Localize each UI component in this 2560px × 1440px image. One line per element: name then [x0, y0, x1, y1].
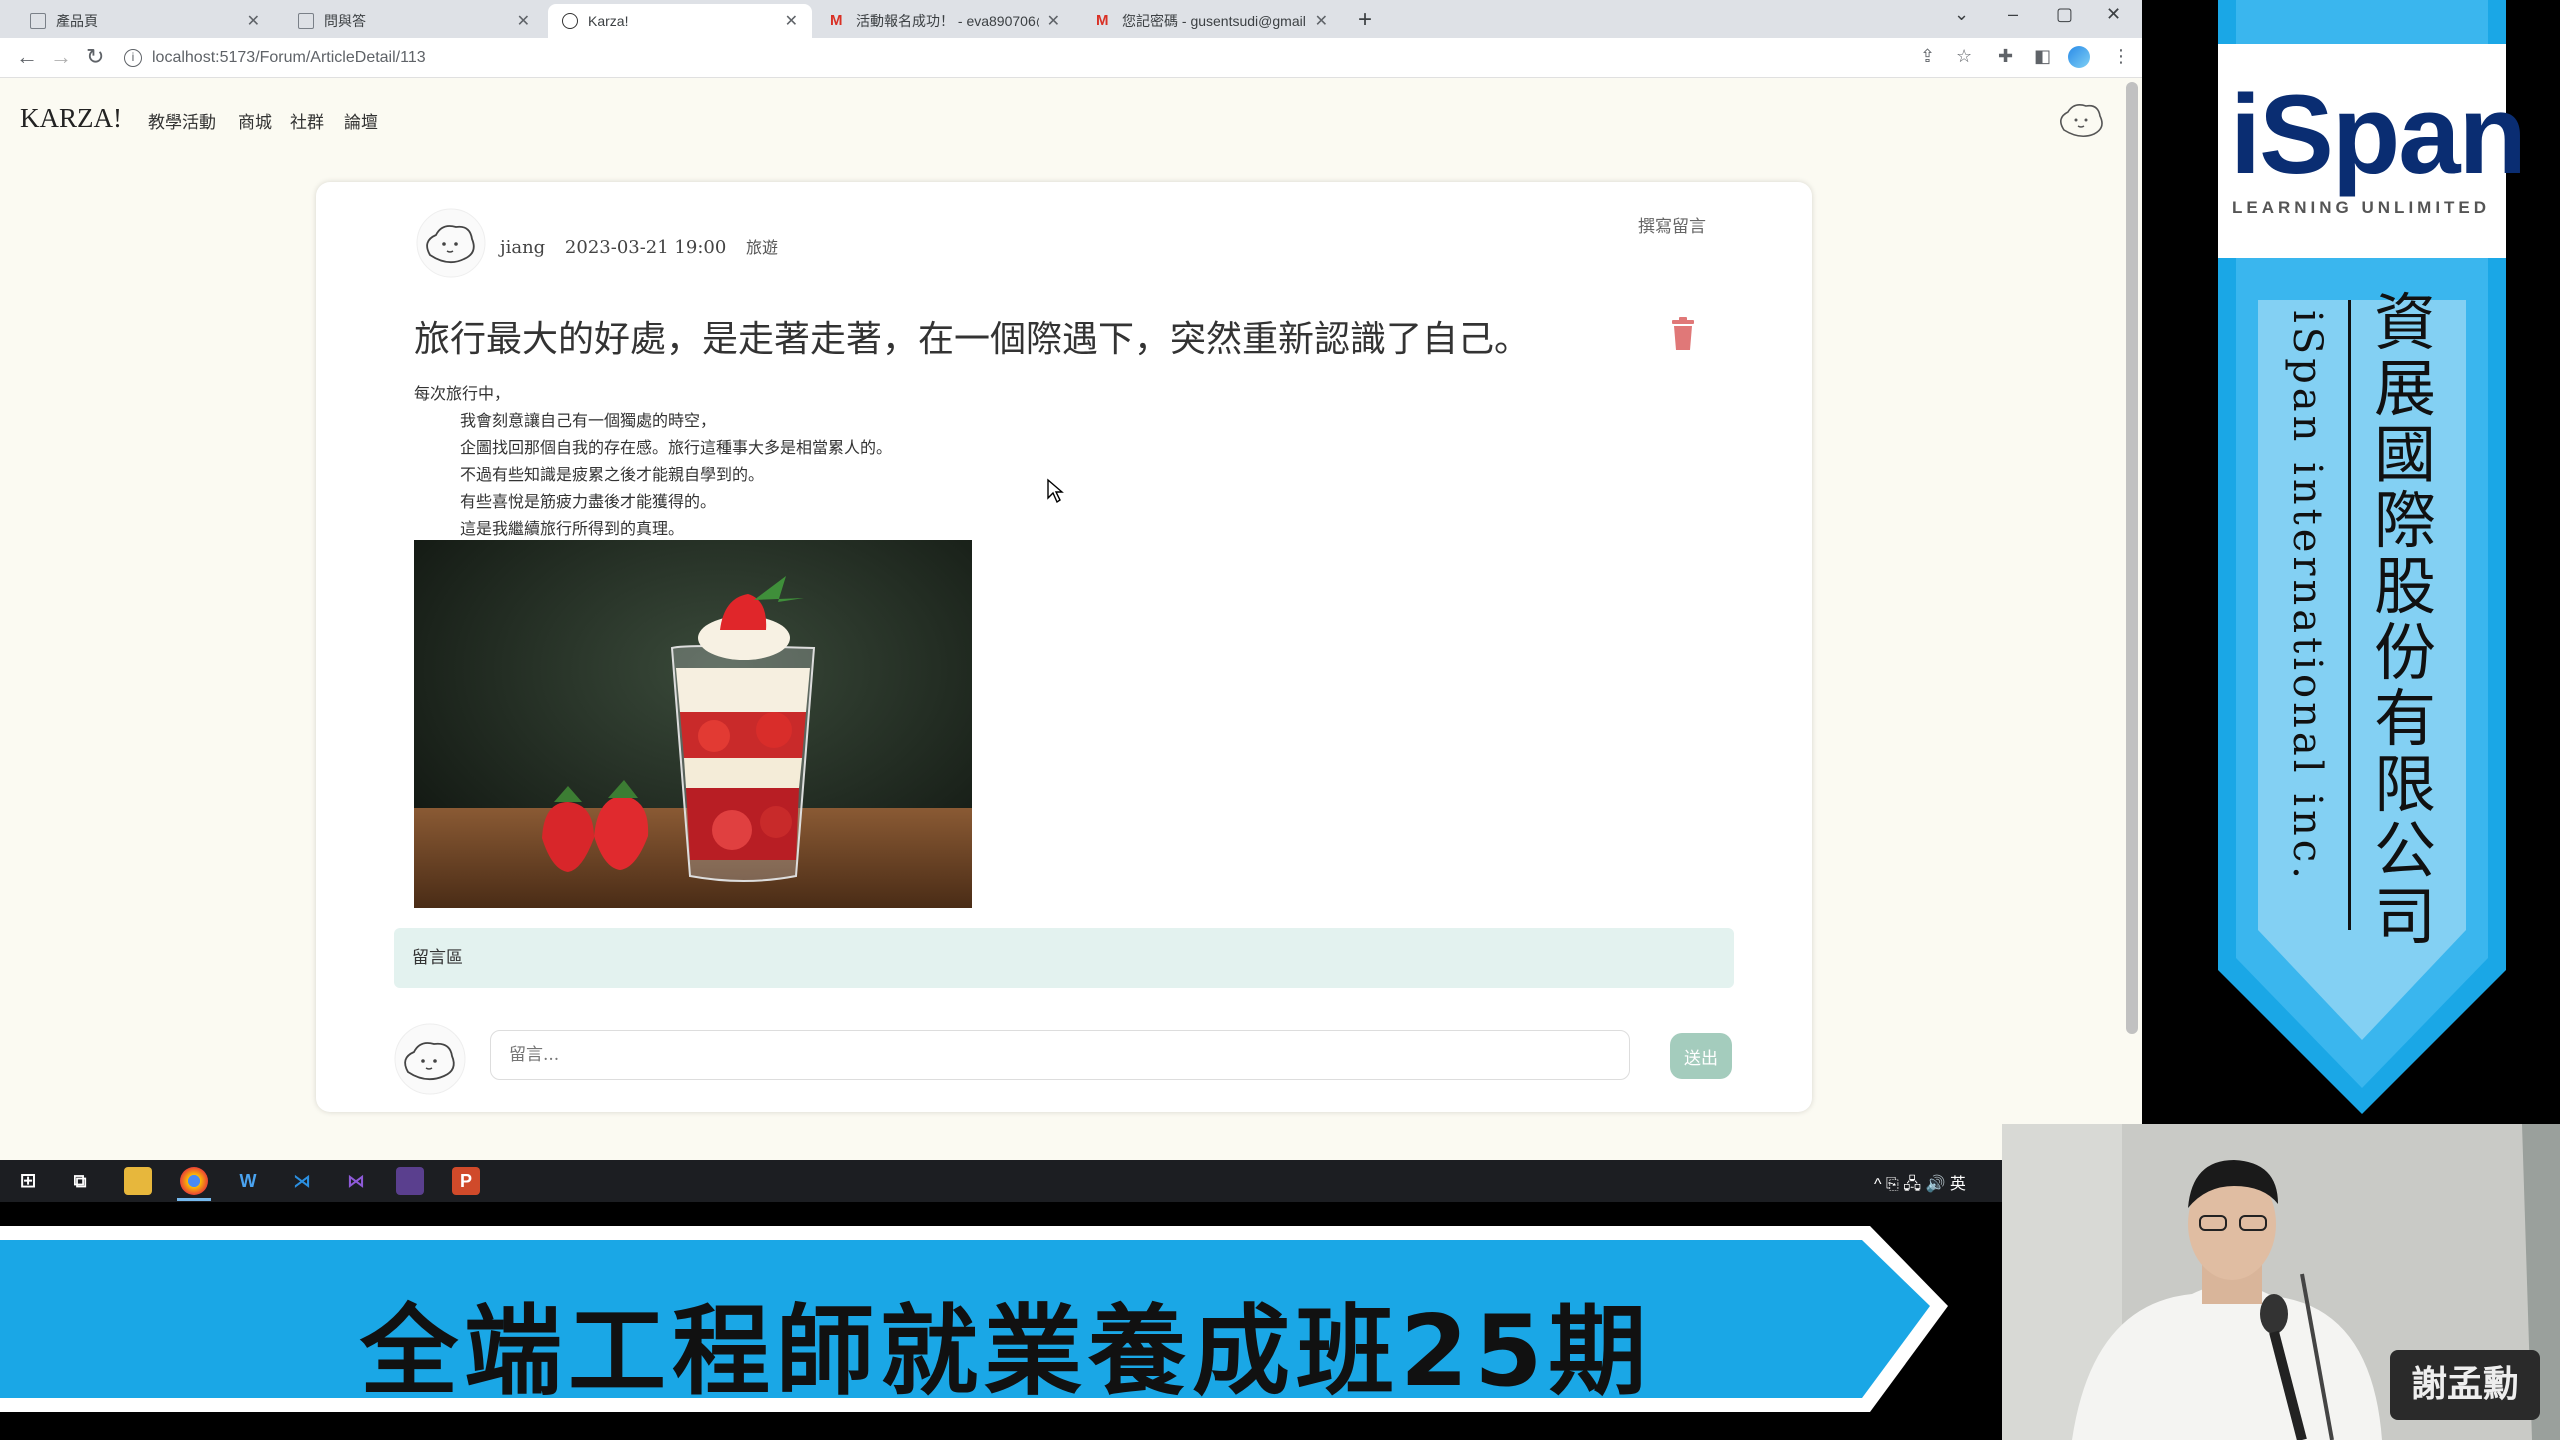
powerpoint-icon[interactable]: P — [452, 1167, 480, 1195]
post-body: 每次旅行中， 我會刻意讓自己有一個獨處的時空， 企圖找回那個自我的存在感。旅行這… — [414, 380, 892, 542]
nav-link-events[interactable]: 教學活動 — [148, 108, 216, 133]
ispan-tagline: LEARNING UNLIMITED — [2232, 198, 2491, 217]
browser-toolbar: ← → ↻ i localhost:5173/Forum/ArticleDeta… — [0, 38, 2142, 78]
body-line: 不過有些知識是疲累之後才能親自學到的。 — [460, 465, 765, 484]
page-scrollbar[interactable] — [2126, 82, 2138, 1034]
tab-title: 問與答 — [324, 13, 366, 29]
submit-comment-button[interactable]: 送出 — [1670, 1033, 1732, 1079]
close-icon[interactable]: ✕ — [517, 11, 530, 31]
tab-karza[interactable]: Karza! ✕ — [548, 4, 812, 38]
new-tab-icon[interactable]: + — [1358, 6, 1372, 34]
tab-gmail-event[interactable]: M 活動報名成功！ - eva890706@ ✕ — [816, 4, 1074, 38]
gmail-icon: M — [830, 12, 843, 29]
chrome-icon[interactable] — [180, 1167, 208, 1195]
extensions-icon[interactable]: ✚ — [1998, 46, 2013, 67]
system-tray[interactable]: ^ ⎘ 🖧 🔊 英 — [1874, 1170, 1966, 1200]
nav-link-forum[interactable]: 論壇 — [344, 108, 378, 133]
post-datetime: 2023-03-21 19:00 — [564, 237, 727, 258]
post-meta: jiang 2023-03-21 19:00 旅遊 — [500, 234, 792, 258]
windows-taskbar: ⊞ ⧉ W ⋊ ⋈ P ^ ⎘ 🖧 🔊 英 — [0, 1160, 2004, 1202]
close-icon[interactable]: ✕ — [247, 11, 260, 31]
site-info-icon[interactable]: i — [124, 49, 142, 67]
body-line: 我會刻意讓自己有一個獨處的時空， — [460, 411, 717, 430]
close-icon[interactable]: ✕ — [1047, 11, 1060, 31]
back-icon[interactable]: ← — [16, 44, 38, 70]
visual-studio-icon[interactable]: ⋈ — [342, 1167, 370, 1195]
profile-icon[interactable] — [2068, 46, 2090, 68]
page-icon — [298, 13, 314, 29]
author-name[interactable]: jiang — [500, 237, 545, 258]
company-name-english: iSpan international inc. — [2284, 310, 2330, 883]
karza-app: KARZA! 教學活動 商城 社群 論壇 jiang 2023-03-21 19… — [0, 78, 2124, 1160]
tab-title: 產品頁 — [56, 13, 98, 29]
presenter-name-tag: 謝孟勳 — [2390, 1350, 2540, 1420]
terminal-icon[interactable] — [396, 1167, 424, 1195]
page-icon — [30, 13, 46, 29]
share-icon[interactable]: ⇪ — [1920, 46, 1935, 67]
address-bar[interactable]: i localhost:5173/Forum/ArticleDetail/113 — [124, 42, 1904, 74]
article-card: jiang 2023-03-21 19:00 旅遊 撰寫留言 旅行最大的好處，是… — [316, 182, 1812, 1112]
webstorm-icon[interactable]: W — [234, 1167, 262, 1195]
forward-icon[interactable]: → — [50, 44, 72, 70]
strawberry-dessert-image — [414, 540, 972, 908]
reload-icon[interactable]: ↻ — [86, 44, 104, 70]
close-icon[interactable]: ✕ — [785, 11, 798, 31]
browser-window: 產品頁 ✕ 問與答 ✕ Karza! ✕ M 活動報名成功！ - eva8907… — [0, 0, 2142, 1160]
task-view-icon[interactable]: ⧉ — [66, 1167, 94, 1195]
file-explorer-icon[interactable] — [124, 1167, 152, 1195]
tab-title: 您記密碼 - gusentsudi@gmail.c — [1122, 13, 1307, 29]
tab-strip: 產品頁 ✕ 問與答 ✕ Karza! ✕ M 活動報名成功！ - eva8907… — [0, 0, 2142, 38]
banner-title: 全端工程師就業養成班25期 — [360, 1295, 1653, 1409]
body-line: 有些喜悅是筋疲力盡後才能獲得的。 — [460, 492, 717, 511]
screen: 產品頁 ✕ 問與答 ✕ Karza! ✕ M 活動報名成功！ - eva8907… — [0, 0, 2560, 1440]
tab-search-icon[interactable]: ⌄ — [1954, 4, 1969, 25]
company-name-chinese: 資展國際股份有限公司 — [2373, 286, 2436, 953]
windows-start-icon[interactable]: ⊞ — [14, 1167, 42, 1195]
gmail-icon: M — [1096, 12, 1109, 29]
side-panel-icon[interactable]: ◧ — [2034, 46, 2051, 67]
mouse-cursor-icon — [1047, 478, 1064, 504]
post-title: 旅行最大的好處，是走著走著，在一個際遇下，突然重新認識了自己。 — [414, 319, 1531, 360]
ispan-logo: iSpan — [2230, 72, 2527, 197]
author-avatar-icon — [416, 208, 486, 278]
bookmark-star-icon[interactable]: ☆ — [1956, 46, 1972, 67]
tab-gmail-password[interactable]: M 您記密碼 - gusentsudi@gmail.c ✕ — [1082, 4, 1342, 38]
url-text: localhost:5173/Forum/ArticleDetail/113 — [152, 49, 426, 66]
restore-icon[interactable]: ▢ — [2056, 4, 2073, 25]
minimize-icon[interactable]: – — [2008, 4, 2018, 25]
brand-logo[interactable]: KARZA! — [20, 103, 122, 134]
vscode-icon[interactable]: ⋊ — [288, 1167, 316, 1195]
tab-qa[interactable]: 問與答 ✕ — [284, 4, 544, 38]
nav-link-community[interactable]: 社群 — [290, 108, 324, 133]
user-avatar-icon[interactable] — [2050, 90, 2110, 146]
comment-section-header: 留言區 — [394, 928, 1734, 988]
tab-title: 活動報名成功！ - eva890706@ — [856, 13, 1039, 29]
menu-kebab-icon[interactable]: ⋮ — [2112, 46, 2130, 67]
close-icon[interactable]: ✕ — [1315, 11, 1328, 31]
category-tag[interactable]: 旅遊 — [746, 238, 778, 257]
running-indicator — [177, 1198, 211, 1201]
tab-title: Karza! — [588, 13, 629, 29]
tab-product[interactable]: 產品頁 ✕ — [16, 4, 274, 38]
comment-input[interactable] — [490, 1030, 1630, 1080]
body-line: 企圖找回那個自我的存在感。旅行這種事大多是相當累人的。 — [460, 438, 893, 457]
karza-favicon-icon — [562, 13, 578, 29]
body-line: 這是我繼續旅行所得到的真理。 — [460, 519, 685, 538]
window-close-icon[interactable]: ✕ — [2106, 4, 2121, 25]
body-line: 每次旅行中， — [414, 384, 511, 403]
nav-link-shop[interactable]: 商城 — [238, 108, 272, 133]
trash-icon[interactable] — [1668, 316, 1698, 352]
write-comment-link[interactable]: 撰寫留言 — [1638, 212, 1706, 237]
commenter-avatar-icon — [394, 1023, 466, 1095]
ribbon-divider — [2348, 300, 2351, 930]
